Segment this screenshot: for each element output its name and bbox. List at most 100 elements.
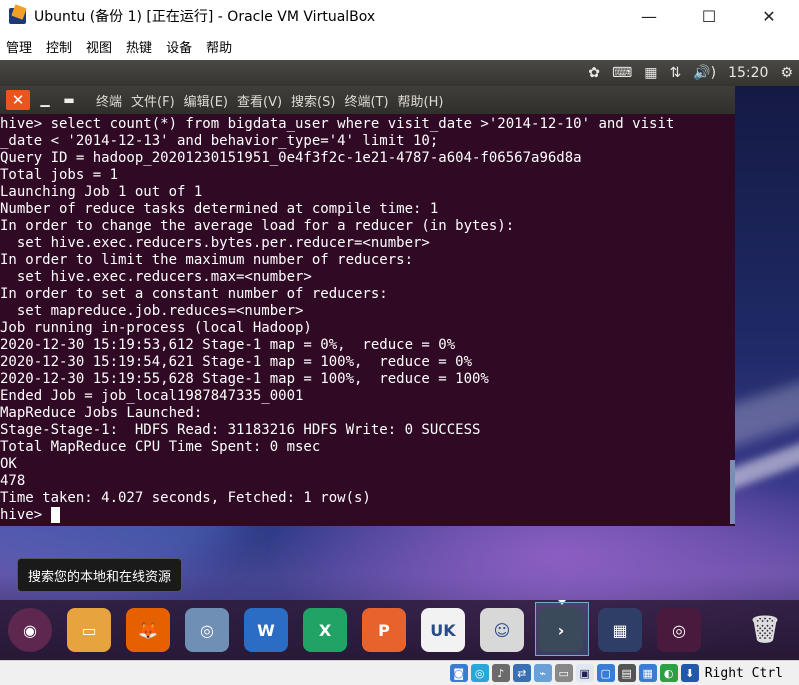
terminal-line: Job running in-process (local Hadoop) [0, 320, 312, 336]
terminal-line: MapReduce Jobs Launched: [0, 405, 203, 421]
wps-presentation-icon: P [362, 608, 406, 652]
network-icon[interactable]: ⇅ [669, 65, 681, 81]
terminal-window[interactable]: ✕ ▁ ▬ 终端 文件(F) 编辑(E) 查看(V) 搜索(S) 终端(T) 帮… [0, 86, 735, 526]
hive-prompt: hive> [0, 507, 51, 523]
wps-writer-icon: W [244, 608, 288, 652]
terminal-line: In order to limit the maximum number of … [0, 252, 414, 268]
cpu-icon[interactable]: ▤ [617, 664, 636, 682]
term-menu-file[interactable]: 文件(F) [131, 91, 175, 110]
keyboard-icon[interactable]: ⌨ [612, 65, 632, 81]
window-titlebar: Ubuntu (备份 1) [正在运行] - Oracle VM Virtual… [0, 0, 799, 32]
term-menu-title[interactable]: 终端 [96, 91, 122, 110]
minimize-button[interactable]: — [619, 0, 679, 32]
network-adapter-icon[interactable]: ⇄ [512, 664, 531, 682]
volume-icon[interactable]: 🔊) [693, 65, 716, 81]
hdd-icon[interactable]: ◙ [449, 664, 468, 682]
dock-settings[interactable]: ◎ [182, 605, 232, 655]
dock-ubuntu-search[interactable]: ◉ [5, 605, 55, 655]
firefox-icon: 🦊 [126, 608, 170, 652]
mouse-integration-icon[interactable]: ◐ [659, 664, 678, 682]
dock-wps-presentation[interactable]: P [359, 605, 409, 655]
vbox-menubar: 管理 控制 视图 热键 设备 帮助 [0, 32, 799, 60]
terminal-line: Time taken: 4.027 seconds, Fetched: 1 ro… [0, 490, 371, 506]
terminal-line: _date < '2014-12-13' and behavior_type='… [0, 133, 439, 149]
terminal-line: In order to set a constant number of red… [0, 286, 388, 302]
terminal-output[interactable]: hive> select count(*) from bigdata_user … [0, 116, 730, 524]
term-menu-search[interactable]: 搜索(S) [291, 91, 335, 110]
term-menu-edit[interactable]: 编辑(E) [184, 91, 228, 110]
terminal-line: hive> select count(*) from bigdata_user … [0, 116, 675, 132]
terminal-line: set mapreduce.job.reduces=<number> [0, 303, 304, 319]
terminal-line: Stage-Stage-1: HDFS Read: 31183216 HDFS … [0, 422, 481, 438]
dock-ubuntu-store[interactable]: UK [418, 605, 468, 655]
ubuntu-search-icon: ◉ [8, 608, 52, 652]
menu-manage[interactable]: 管理 [6, 37, 32, 56]
settings-icon[interactable]: ✿ [588, 65, 600, 81]
dock-files[interactable]: ▭ [64, 605, 114, 655]
dock-wps-writer[interactable]: W [241, 605, 291, 655]
dock-wps-spreadsheet[interactable]: X [300, 605, 350, 655]
dock-terminal[interactable]: › [536, 605, 586, 655]
terminal-line: set hive.exec.reducers.bytes.per.reducer… [0, 235, 430, 251]
terminal-line: In order to change the average load for … [0, 218, 515, 234]
workspace-switcher-icon: ▦ [598, 608, 642, 652]
terminal-menubar: 终端 文件(F) 编辑(E) 查看(V) 搜索(S) 终端(T) 帮助(H) [96, 91, 452, 110]
ubuntu-dock: ◉ ▭ 🦊 ◎ W X P UK ☺ › ▦ ◎ 🗑 [0, 600, 799, 660]
usb-icon[interactable]: ⌁ [533, 664, 552, 682]
window-title: Ubuntu (备份 1) [正在运行] - Oracle VM Virtual… [34, 9, 376, 25]
close-icon: ✕ [762, 6, 776, 26]
minimize-icon: — [641, 6, 657, 26]
clock[interactable]: 15:20 [728, 65, 768, 81]
dock-workspace-switcher[interactable]: ▦ [595, 605, 645, 655]
terminal-line: Query ID = hadoop_20201230151951_0e4f3f2… [0, 150, 582, 166]
terminal-line: Launching Job 1 out of 1 [0, 184, 203, 200]
display-icon[interactable]: ▣ [575, 664, 594, 682]
maximize-button[interactable]: ☐ [679, 0, 739, 32]
menu-devices[interactable]: 设备 [166, 37, 192, 56]
terminal-line: Total jobs = 1 [0, 167, 119, 183]
trash-icon: 🗑 [748, 615, 782, 645]
search-tooltip: 搜索您的本地和在线资源 [17, 558, 183, 592]
term-menu-terminal[interactable]: 终端(T) [344, 91, 388, 110]
terminal-line: Ended Job = job_local1987847335_0001 [0, 388, 304, 404]
terminal-line: OK [0, 456, 17, 472]
robot-icon: ☺ [480, 608, 524, 652]
shared-folder-icon[interactable]: ▭ [554, 664, 573, 682]
menu-control[interactable]: 控制 [46, 37, 72, 56]
settings-icon: ◎ [185, 608, 229, 652]
menu-help[interactable]: 帮助 [206, 37, 232, 56]
wps-spreadsheet-icon: X [303, 608, 347, 652]
close-button[interactable]: ✕ [739, 0, 799, 32]
dvd-icon: ◎ [657, 608, 701, 652]
host-key-label: Right Ctrl [704, 665, 783, 681]
terminal-icon: › [539, 608, 583, 652]
dock-firefox[interactable]: 🦊 [123, 605, 173, 655]
virtualbox-logo-icon [8, 4, 28, 26]
maximize-icon: ☐ [701, 6, 717, 26]
terminal-close-button[interactable]: ✕ [6, 90, 30, 110]
dock-robot[interactable]: ☺ [477, 605, 527, 655]
terminal-line: 478 [0, 473, 26, 489]
term-menu-help[interactable]: 帮助(H) [398, 91, 444, 110]
optical-drive-icon[interactable]: ◎ [470, 664, 489, 682]
terminal-scrollbar[interactable] [730, 460, 735, 524]
power-icon[interactable]: ⚙ [780, 65, 793, 81]
calendar-icon[interactable]: ▦ [644, 65, 657, 81]
terminal-maximize-button[interactable]: ▬ [60, 90, 78, 110]
menu-view[interactable]: 视图 [86, 37, 112, 56]
dock-trash[interactable]: 🗑 [740, 605, 790, 655]
terminal-line: set hive.exec.reducers.max=<number> [0, 269, 312, 285]
menu-hotkey[interactable]: 热键 [126, 37, 152, 56]
video-capture-icon[interactable]: ▢ [596, 664, 615, 682]
audio-icon[interactable]: ♪ [491, 664, 510, 682]
terminal-line: Number of reduce tasks determined at com… [0, 201, 439, 217]
terminal-prompt-line[interactable]: hive> [0, 507, 730, 524]
terminal-minimize-button[interactable]: ▁ [36, 90, 54, 110]
vt-icon[interactable]: ▦ [638, 664, 657, 682]
terminal-header: ✕ ▁ ▬ 终端 文件(F) 编辑(E) 查看(V) 搜索(S) 终端(T) 帮… [0, 86, 735, 114]
vbox-statusbar: ◙ ◎ ♪ ⇄ ⌁ ▭ ▣ ▢ ▤ ▦ ◐ ⬇ Right Ctrl [0, 660, 799, 685]
keyboard-capture-icon[interactable]: ⬇ [680, 664, 699, 682]
terminal-line: 2020-12-30 15:19:54,621 Stage-1 map = 10… [0, 354, 473, 370]
dock-dvd[interactable]: ◎ [654, 605, 704, 655]
term-menu-view[interactable]: 查看(V) [237, 91, 282, 110]
